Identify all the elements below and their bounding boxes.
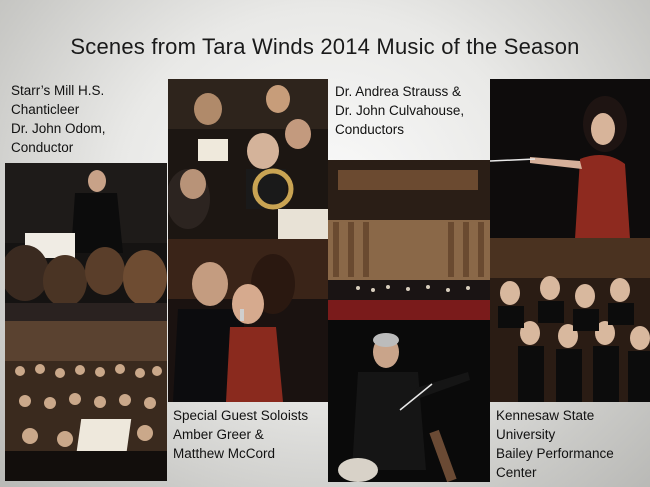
caption-line: University [496,427,556,442]
caption-line: Kennesaw State [496,408,595,423]
caption-line: Dr. John Culvahouse, [335,103,465,118]
caption-line: Special Guest Soloists [173,408,309,423]
caption-line: Dr. Andrea Strauss & [335,84,462,99]
caption-venue: Kennesaw State University Bailey Perform… [496,406,614,482]
photo-choir [490,238,650,402]
photo-concert-hall [328,160,490,320]
photo-male-conductor [328,320,490,482]
caption-conductors: Dr. Andrea Strauss & Dr. John Culvahouse… [335,82,464,139]
caption-line: Chanticleer [11,102,80,117]
photo-starrs-mill-conductor [5,163,167,321]
caption-line: Amber Greer & [173,427,264,442]
slide-title: Scenes from Tara Winds 2014 Music of the… [70,34,580,59]
caption-line: Conductors [335,122,405,137]
caption-line: Matthew McCord [173,446,276,461]
photo-female-conductor [490,79,650,239]
caption-starrs-mill: Starr’s Mill H.S. Chanticleer Dr. John O… [11,81,106,157]
photo-soloists [168,239,328,402]
caption-line: Center [496,465,537,480]
caption-line: Dr. John Odom, [11,121,106,136]
caption-line: Conductor [11,140,74,155]
caption-line: Bailey Performance [496,446,614,461]
photo-band [5,321,167,481]
photo-horn-section [168,79,328,239]
caption-soloists: Special Guest Soloists Amber Greer & Mat… [173,406,308,463]
slide: Scenes from Tara Winds 2014 Music of the… [0,0,650,487]
caption-line: Starr’s Mill H.S. [11,83,105,98]
